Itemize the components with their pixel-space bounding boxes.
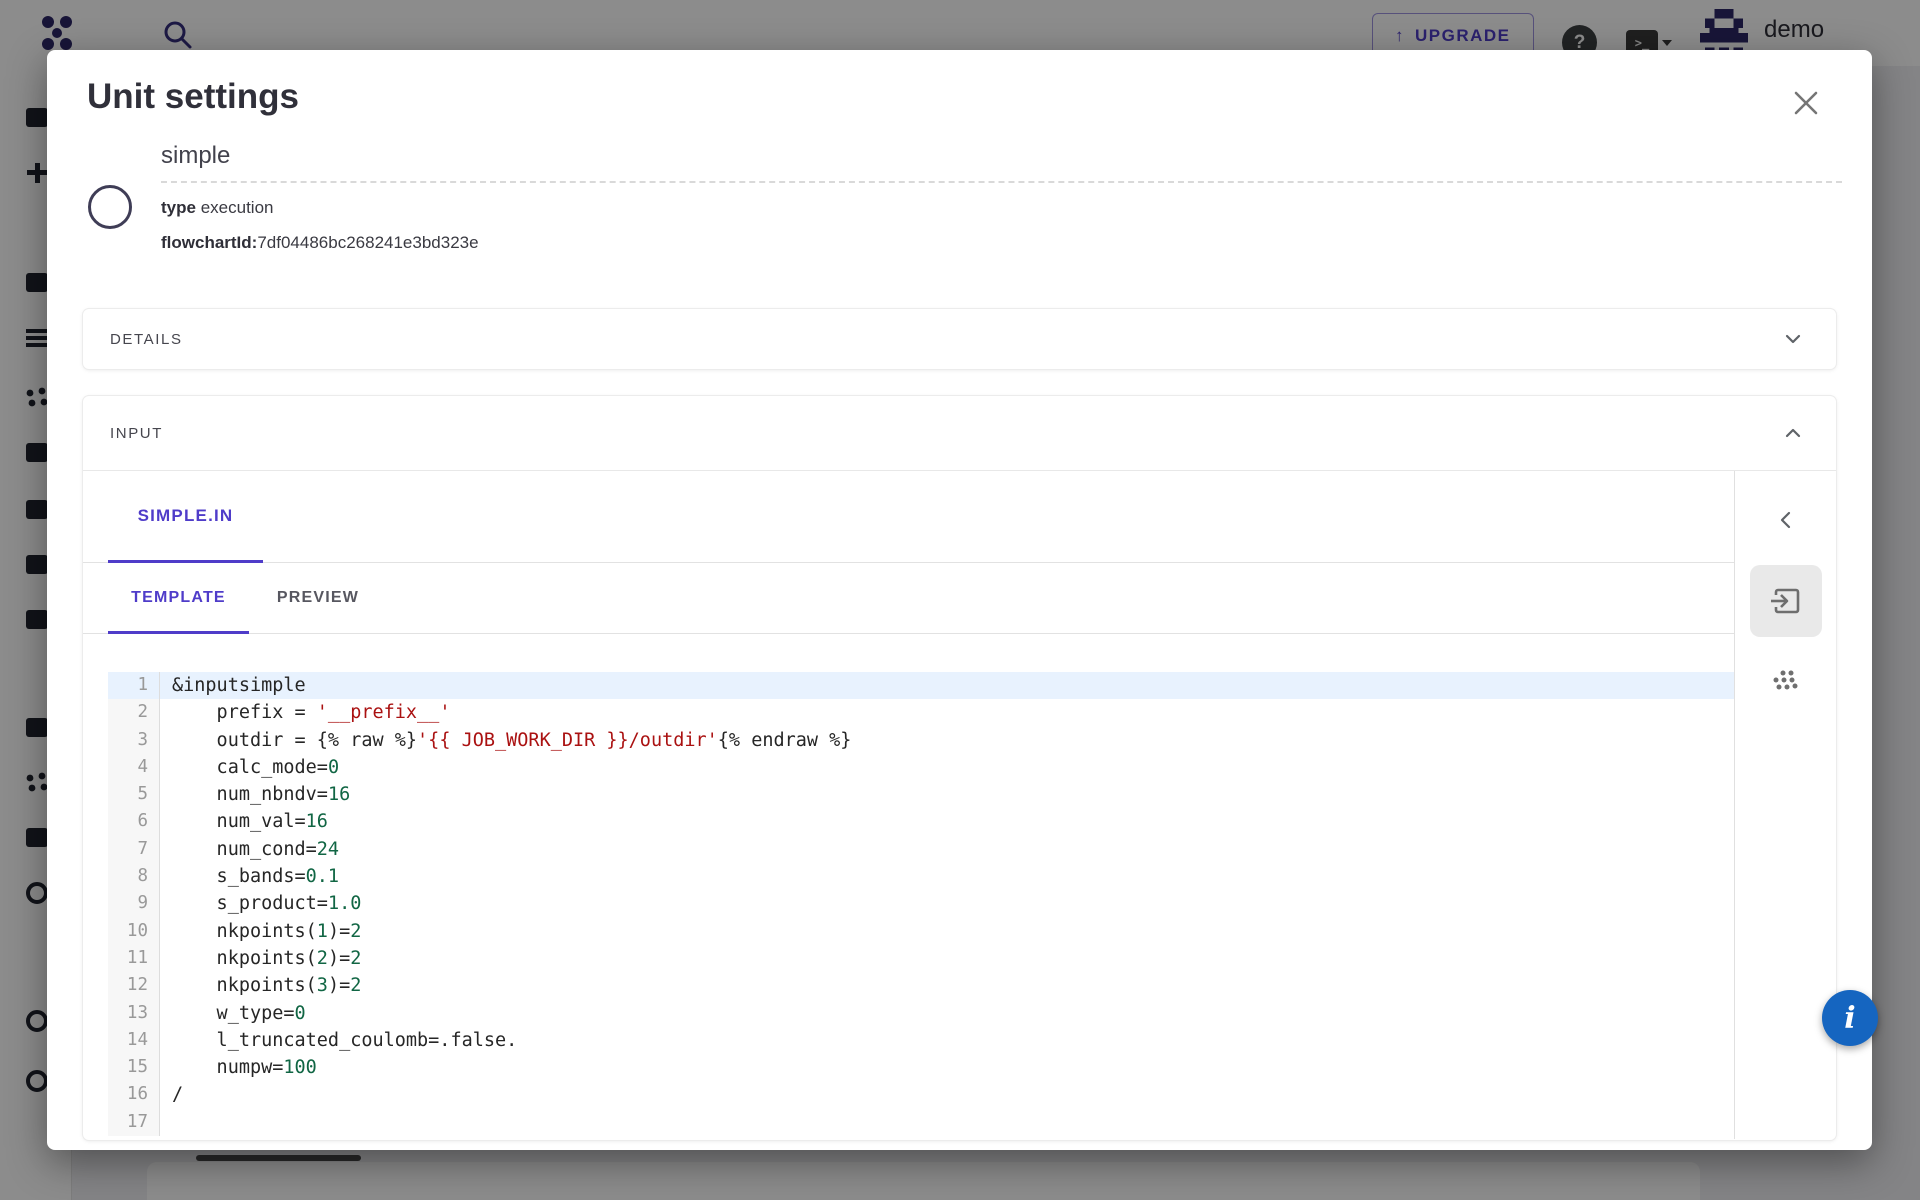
- line-number: 7: [108, 836, 159, 863]
- unit-type-row: type execution: [161, 198, 1842, 218]
- line-number: 14: [108, 1027, 159, 1054]
- line-number: 4: [108, 754, 159, 781]
- line-number: 8: [108, 863, 159, 890]
- unit-name: simple: [161, 142, 1842, 170]
- line-number: 13: [108, 1000, 159, 1027]
- flowchart-id-label: flowchartId:: [161, 233, 257, 252]
- dashed-divider: [161, 181, 1842, 183]
- code-line: [160, 1109, 1734, 1136]
- screen: ↑ UPGRADE ? >_: [0, 0, 1920, 1200]
- unit-settings-dialog: Unit settings simple type execution flow…: [47, 50, 1872, 1150]
- collapse-panel-chevron-left-icon[interactable]: [1770, 507, 1802, 535]
- code-line: w_type=0: [160, 1000, 1734, 1027]
- line-number: 1: [108, 672, 159, 699]
- code-line: calc_mode=0: [160, 754, 1734, 781]
- code-line: s_product=1.0: [160, 890, 1734, 917]
- line-number-gutter: 1234567891011121314151617: [108, 672, 160, 1136]
- code-content: &inputsimple prefix = '__prefix__' outdi…: [160, 672, 1734, 1136]
- input-arrow-icon: [1768, 584, 1804, 618]
- info-icon: i: [1844, 1001, 1855, 1036]
- dialog-title: Unit settings: [87, 77, 299, 117]
- info-fab-button[interactable]: i: [1822, 990, 1878, 1046]
- code-editor[interactable]: 1234567891011121314151617 &inputsimple p…: [108, 672, 1734, 1136]
- code-line: &inputsimple: [160, 672, 1734, 699]
- tab-preview[interactable]: PREVIEW: [249, 562, 387, 633]
- input-accordion-header[interactable]: INPUT: [83, 396, 1836, 471]
- chevron-up-icon: [1780, 420, 1806, 446]
- code-line: outdir = {% raw %}'{{ JOB_WORK_DIR }}/ou…: [160, 727, 1734, 754]
- unit-flowchart-row: flowchartId:7df04486bc268241e3bd323e: [161, 233, 1842, 253]
- tab-template[interactable]: TEMPLATE: [108, 562, 249, 633]
- flowchart-id-value: 7df04486bc268241e3bd323e: [257, 233, 478, 252]
- code-line: s_bands=0.1: [160, 863, 1734, 890]
- line-number: 11: [108, 945, 159, 972]
- code-line: nkpoints(1)=2: [160, 918, 1734, 945]
- line-number: 5: [108, 781, 159, 808]
- input-main-column: SIMPLE.IN TEMPLATE PREVIEW: [83, 471, 1734, 1139]
- code-line: l_truncated_coulomb=.false.: [160, 1027, 1734, 1054]
- active-tab-indicator: [108, 631, 249, 634]
- code-line: prefix = '__prefix__': [160, 699, 1734, 726]
- code-line: /: [160, 1081, 1734, 1108]
- line-number: 6: [108, 808, 159, 835]
- input-accordion-body: SIMPLE.IN TEMPLATE PREVIEW: [83, 471, 1836, 1139]
- line-number: 9: [108, 890, 159, 917]
- code-line: num_cond=24: [160, 836, 1734, 863]
- template-preview-tab-bar: TEMPLATE PREVIEW: [83, 563, 1734, 634]
- code-line: nkpoints(2)=2: [160, 945, 1734, 972]
- input-file-icon-button[interactable]: [1750, 565, 1822, 637]
- code-line: numpw=100: [160, 1054, 1734, 1081]
- details-accordion-header[interactable]: DETAILS: [83, 309, 1836, 369]
- line-number: 10: [108, 918, 159, 945]
- unit-summary: simple type execution flowchartId:7df044…: [161, 142, 1842, 253]
- line-number: 16: [108, 1081, 159, 1108]
- line-number: 17: [108, 1109, 159, 1136]
- line-number: 12: [108, 972, 159, 999]
- code-line: num_val=16: [160, 808, 1734, 835]
- code-line: nkpoints(3)=2: [160, 972, 1734, 999]
- unit-status-circle-icon: [88, 185, 132, 229]
- scatter-dots-icon[interactable]: [1764, 665, 1808, 705]
- line-number: 15: [108, 1054, 159, 1081]
- type-value: execution: [201, 198, 274, 217]
- file-tab-bar: SIMPLE.IN: [83, 471, 1734, 563]
- input-accordion: INPUT SIMPLE.IN TEMPLATE: [83, 396, 1836, 1140]
- details-accordion: DETAILS: [83, 309, 1836, 369]
- input-label: INPUT: [110, 425, 163, 442]
- details-label: DETAILS: [110, 331, 183, 348]
- line-number: 3: [108, 727, 159, 754]
- chevron-down-icon: [1780, 326, 1806, 352]
- code-line: num_nbndv=16: [160, 781, 1734, 808]
- editor-side-rail: [1734, 471, 1836, 1139]
- tab-simple-in[interactable]: SIMPLE.IN: [108, 470, 263, 562]
- line-number: 2: [108, 699, 159, 726]
- close-icon[interactable]: [1786, 84, 1826, 124]
- type-label: type: [161, 198, 196, 217]
